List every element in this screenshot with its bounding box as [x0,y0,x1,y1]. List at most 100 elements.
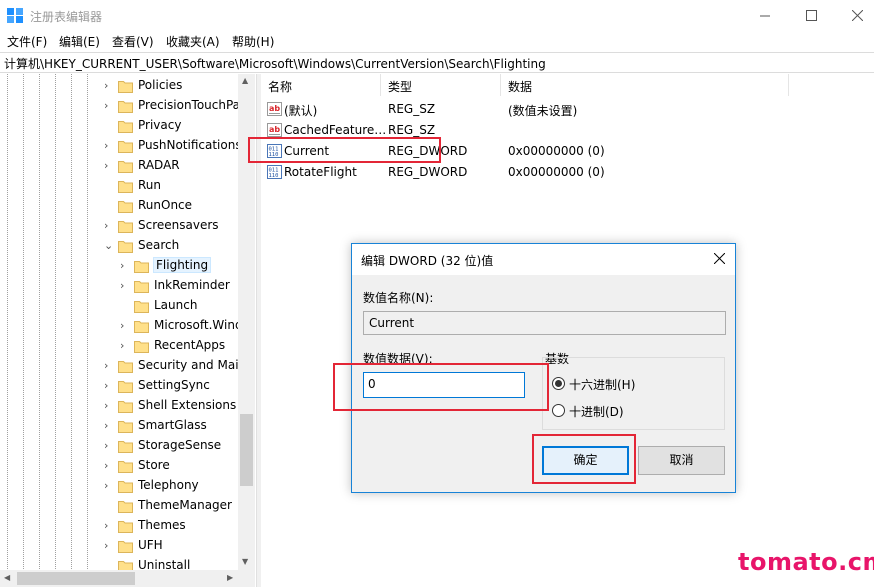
tree-item[interactable]: › Store [0,456,240,476]
tree-item[interactable]: › SettingSync [0,376,240,396]
maximize-button[interactable] [788,0,834,31]
menu-favorites[interactable]: 收藏夹(A) [166,33,220,50]
tree-item-label[interactable]: UFH [138,538,163,552]
address-path[interactable]: 计算机\HKEY_CURRENT_USER\Software\Microsoft… [4,55,546,72]
tree-expander-icon[interactable] [104,499,114,513]
tree-item-label[interactable]: Launch [154,298,197,312]
tree-expander-icon[interactable]: ⌄ [104,239,114,253]
tree-expander-icon[interactable] [104,119,114,133]
tree-item[interactable]: ThemeManager [0,496,240,516]
tree-item[interactable]: › Shell Extensions [0,396,240,416]
tree-item[interactable]: › RADAR [0,156,240,176]
tree-item-label[interactable]: Microsoft.Wind [154,318,243,332]
tree-item[interactable]: RunOnce [0,196,240,216]
tree-expander-icon[interactable]: › [120,339,130,353]
tree-expander-icon[interactable]: › [104,359,114,373]
tree-expander-icon[interactable]: › [104,519,114,533]
menu-help[interactable]: 帮助(H) [232,33,274,50]
tree-item[interactable]: › Policies [0,76,240,96]
tree-expander-icon[interactable]: › [104,459,114,473]
tree-item-label[interactable]: Policies [138,78,182,92]
tree-item[interactable]: › SmartGlass [0,416,240,436]
menu-view[interactable]: 查看(V) [112,33,154,50]
tree-expander-icon[interactable]: › [104,99,114,113]
tree-expander-icon[interactable] [104,179,114,193]
value-row[interactable]: ab (默认) REG_SZ (数值未设置) [261,99,874,120]
tree-item[interactable]: › Screensavers [0,216,240,236]
tree-expander-icon[interactable]: › [104,439,114,453]
minimize-button[interactable] [742,0,788,31]
tree-item[interactable]: › Microsoft.Wind [0,316,243,336]
tree-item-label[interactable]: PushNotifications [138,138,242,152]
tree-expander-icon[interactable]: › [104,419,114,433]
tree-expander-icon[interactable]: › [104,219,114,233]
tree-item[interactable]: › Flighting [0,256,240,276]
tree-item[interactable]: › Security and Main [0,356,246,376]
tree-item-label[interactable]: SmartGlass [138,418,207,432]
tree-expander-icon[interactable]: › [104,539,114,553]
menu-edit[interactable]: 编辑(E) [59,33,100,50]
tree-expander-icon[interactable]: › [104,79,114,93]
tree-item[interactable]: ⌄ Search [0,236,240,256]
tree-item-label[interactable]: Run [138,178,161,192]
tree-expander-icon[interactable] [120,299,130,313]
tree-item-label[interactable]: PrecisionTouchPa [138,98,240,112]
tree-item[interactable]: Launch [0,296,240,316]
tree-item-label[interactable]: Screensavers [138,218,219,232]
tree-expander-icon[interactable] [104,199,114,213]
tree-item[interactable]: › PrecisionTouchPa [0,96,240,116]
radio-hex-button[interactable] [552,377,565,390]
tree-hscroll-thumb[interactable] [17,572,135,585]
column-header-name[interactable]: 名称 [261,74,381,96]
tree-item-label[interactable]: Store [138,458,170,472]
scroll-down-icon[interactable]: ▼ [242,557,248,566]
tree-item-label[interactable]: Security and Main [138,358,246,372]
tree-item-label[interactable]: Telephony [138,478,199,492]
tree-item-label[interactable]: RecentApps [154,338,225,352]
tree-item[interactable]: › Telephony [0,476,240,496]
tree-expander-icon[interactable]: › [104,399,114,413]
tree-expander-icon[interactable]: › [104,379,114,393]
radio-dec-button[interactable] [552,404,565,417]
address-bar[interactable]: 计算机\HKEY_CURRENT_USER\Software\Microsoft… [0,52,874,73]
tree-item-label[interactable]: InkReminder [154,278,230,292]
tree-item[interactable]: › Themes [0,516,240,536]
tree-item-label[interactable]: ThemeManager [138,498,232,512]
tree-expander-icon[interactable]: › [104,479,114,493]
tree-expander-icon[interactable]: › [120,319,130,333]
close-button[interactable] [834,0,874,31]
cancel-button[interactable]: 取消 [638,446,725,475]
tree-expander-icon[interactable]: › [104,139,114,153]
tree-expander-icon[interactable]: › [120,259,130,273]
tree-item[interactable]: › RecentApps [0,336,240,356]
tree-horizontal-scrollbar[interactable]: ◀ ▶ [0,570,255,587]
tree-item-label[interactable]: Privacy [138,118,181,132]
scroll-left-icon[interactable]: ◀ [4,573,10,582]
tree-item-label[interactable]: Search [138,238,179,252]
tree-item[interactable]: Privacy [0,116,240,136]
tree-item-label[interactable]: Themes [138,518,186,532]
tree-item-label[interactable]: Flighting [152,257,212,273]
scroll-up-icon[interactable]: ▲ [242,76,248,85]
tree-expander-icon[interactable]: › [120,279,130,293]
radio-dec-label[interactable]: 十进制(D) [569,403,624,420]
tree-item[interactable]: › PushNotifications [0,136,242,156]
tree-item[interactable]: › InkReminder [0,276,240,296]
tree-item-label[interactable]: SettingSync [138,378,210,392]
tree-item[interactable]: › UFH [0,536,240,556]
column-header-data[interactable]: 数据 [501,74,789,96]
tree-item-label[interactable]: RADAR [138,158,180,172]
tree-scroll-thumb[interactable] [240,414,253,486]
value-row[interactable]: 011 110 RotateFlight REG_DWORD 0x00000000 (0… [261,162,874,183]
radio-hex-label[interactable]: 十六进制(H) [569,376,635,393]
menu-file[interactable]: 文件(F) [7,33,47,50]
tree-item-label[interactable]: StorageSense [138,438,221,452]
dialog-close-button[interactable] [708,248,730,270]
tree-expander-icon[interactable]: › [104,159,114,173]
tree-item-label[interactable]: Shell Extensions [138,398,236,412]
tree-item[interactable]: Run [0,176,240,196]
scroll-right-icon[interactable]: ▶ [227,573,233,582]
tree-item[interactable]: › StorageSense [0,436,240,456]
tree-item-label[interactable]: RunOnce [138,198,192,212]
column-header-type[interactable]: 类型 [381,74,501,96]
